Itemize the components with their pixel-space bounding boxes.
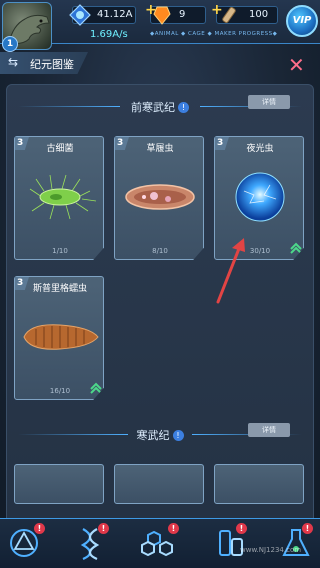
nav-dna[interactable]: !: [72, 523, 112, 563]
creature-card[interactable]: [114, 464, 204, 504]
item-value: 100: [249, 9, 269, 20]
page-title: 纪元图鉴: [30, 58, 74, 71]
card-name: 斯普里格蠕虫: [32, 284, 87, 294]
coin-counter: 41.12A: [69, 4, 136, 26]
top-bar: 1 41.12A 1.69A/s + 9 + 100 ◆ANIMAL ◆ CAG…: [0, 0, 320, 52]
paramecium-icon: [125, 184, 195, 210]
spriggina-icon: [23, 324, 99, 350]
tagline: ◆ANIMAL ◆ CAGE ◆ MAKER PROGRESS◆: [150, 31, 278, 37]
alert-badge: !: [34, 523, 45, 534]
info-icon[interactable]: !: [178, 102, 189, 113]
detail-button[interactable]: 详情: [248, 423, 290, 437]
level-badge: 1: [2, 36, 18, 52]
card-count: 1/10: [52, 247, 68, 255]
card-name: 古细菌: [46, 144, 74, 154]
nav-flask[interactable]: !: [278, 523, 318, 563]
vip-button[interactable]: VIP: [286, 5, 318, 37]
alert-badge: !: [98, 523, 109, 534]
creature-card[interactable]: [14, 464, 104, 504]
alert-badge: !: [168, 523, 179, 534]
close-icon[interactable]: ✕: [288, 55, 305, 75]
gem-icon: [153, 6, 171, 25]
card-count: 8/10: [152, 247, 168, 255]
coin-value: 41.12A: [97, 9, 133, 20]
watermark: www.NJ1234.com: [240, 546, 302, 554]
gem-value: 9: [179, 9, 186, 20]
card-name: 草履虫: [146, 144, 174, 154]
card-name: 夜光虫: [246, 144, 274, 154]
page-header: ⇆ 纪元图鉴: [0, 52, 88, 74]
nav-lab[interactable]: !: [212, 523, 252, 563]
bottom-nav: ! ! ! ! !: [0, 518, 320, 568]
creature-card[interactable]: 3 斯普里格蠕虫 16/10: [14, 276, 104, 400]
alert-badge: !: [236, 523, 247, 534]
noctiluca-icon: [235, 172, 285, 222]
nav-portal[interactable]: !: [6, 523, 46, 563]
creature-card[interactable]: 3 古细菌 1/10: [14, 136, 104, 260]
item-counter: + 100: [211, 2, 278, 24]
detail-button[interactable]: 详情: [248, 95, 290, 109]
info-icon[interactable]: !: [172, 430, 184, 441]
archaea-icon: [29, 174, 97, 220]
gem-counter: + 9: [145, 2, 206, 25]
income-rate: 1.69A/s: [90, 29, 128, 40]
coin-icon: [69, 4, 91, 26]
swap-icon[interactable]: ⇆: [8, 55, 18, 69]
alert-badge: !: [302, 523, 313, 534]
creature-card[interactable]: [214, 464, 304, 504]
nav-molecule[interactable]: !: [138, 523, 179, 563]
fossil-tool-icon: [222, 7, 236, 23]
creature-card[interactable]: 3 草履虫 8/10: [114, 136, 204, 260]
annotation-arrow-icon: [216, 238, 245, 304]
